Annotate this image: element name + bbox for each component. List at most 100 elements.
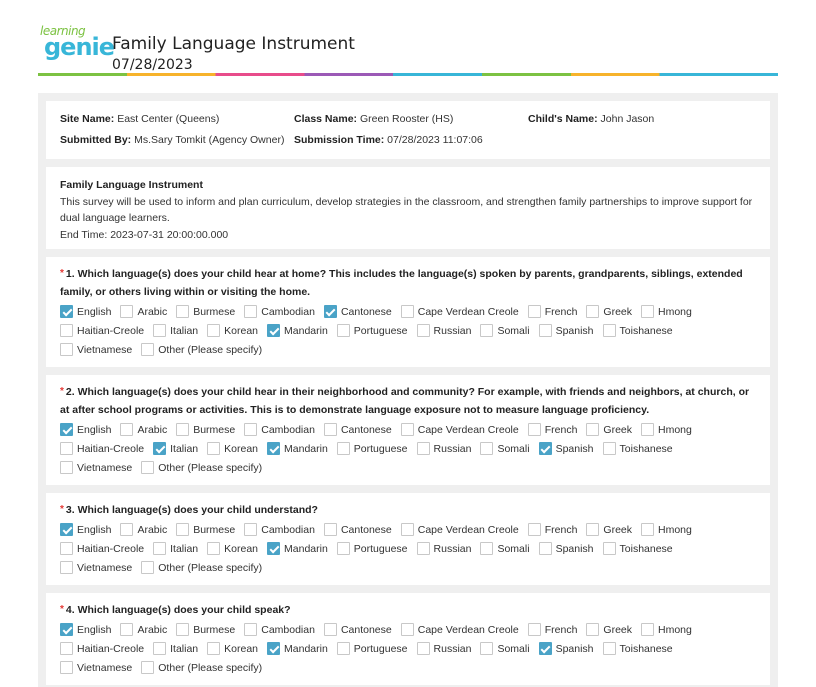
language-option[interactable]: Italian xyxy=(153,539,198,558)
language-option[interactable]: Portuguese xyxy=(336,639,408,658)
language-option[interactable]: Mandarin xyxy=(267,321,328,340)
language-option[interactable]: Other (Please specify) xyxy=(141,558,262,577)
checkbox[interactable] xyxy=(176,423,190,436)
language-option[interactable]: Italian xyxy=(153,439,198,458)
checkbox[interactable] xyxy=(480,542,494,555)
checkbox[interactable] xyxy=(120,305,134,318)
language-option[interactable]: Burmese xyxy=(176,302,235,321)
checkbox[interactable] xyxy=(244,623,258,636)
language-option[interactable]: Haitian-Creole xyxy=(60,439,144,458)
language-option[interactable]: Toishanese xyxy=(602,539,673,558)
checkbox[interactable] xyxy=(416,642,430,655)
checkbox[interactable] xyxy=(207,442,221,455)
language-option[interactable]: Korean xyxy=(207,439,258,458)
checkbox[interactable] xyxy=(176,305,190,318)
language-option[interactable]: Somali xyxy=(480,439,530,458)
checkbox[interactable] xyxy=(207,642,221,655)
language-option[interactable]: Cambodian xyxy=(244,520,315,539)
language-option[interactable]: Mandarin xyxy=(267,639,328,658)
checkbox[interactable] xyxy=(336,442,350,455)
language-option[interactable]: Korean xyxy=(207,639,258,658)
language-option[interactable]: Cantonese xyxy=(323,620,392,639)
language-option[interactable]: Other (Please specify) xyxy=(141,340,262,359)
checkbox[interactable] xyxy=(120,623,134,636)
language-option[interactable]: Spanish xyxy=(538,639,594,658)
checkbox[interactable] xyxy=(527,423,541,436)
language-option[interactable]: French xyxy=(527,302,577,321)
language-option[interactable]: Portuguese xyxy=(336,439,408,458)
language-option[interactable]: Hmong xyxy=(641,420,692,439)
checkbox[interactable] xyxy=(120,423,134,436)
checkbox[interactable] xyxy=(336,324,350,337)
checkbox[interactable] xyxy=(267,442,281,455)
language-option[interactable]: French xyxy=(527,520,577,539)
checkbox[interactable] xyxy=(60,461,73,474)
checkbox[interactable] xyxy=(60,324,73,337)
checkbox[interactable] xyxy=(602,442,616,455)
checkbox[interactable] xyxy=(153,642,167,655)
checkbox[interactable] xyxy=(176,523,190,536)
language-option[interactable]: Hmong xyxy=(641,302,692,321)
checkbox[interactable] xyxy=(538,542,552,555)
checkbox[interactable] xyxy=(586,423,600,436)
checkbox[interactable] xyxy=(60,523,73,536)
checkbox[interactable] xyxy=(244,423,258,436)
checkbox[interactable] xyxy=(400,305,414,318)
language-option[interactable]: Cape Verdean Creole xyxy=(400,520,519,539)
checkbox[interactable] xyxy=(641,523,655,536)
language-option[interactable]: Arabic xyxy=(120,520,167,539)
checkbox[interactable] xyxy=(141,343,155,356)
language-option[interactable]: Cape Verdean Creole xyxy=(400,420,519,439)
checkbox[interactable] xyxy=(153,324,167,337)
checkbox[interactable] xyxy=(120,523,134,536)
checkbox[interactable] xyxy=(323,523,337,536)
language-option[interactable]: Spanish xyxy=(538,321,594,340)
language-option[interactable]: Somali xyxy=(480,539,530,558)
language-option[interactable]: Arabic xyxy=(120,420,167,439)
language-option[interactable]: Vietnamese xyxy=(60,458,132,477)
checkbox[interactable] xyxy=(527,305,541,318)
language-option[interactable]: Hmong xyxy=(641,620,692,639)
language-option[interactable]: Arabic xyxy=(120,620,167,639)
language-option[interactable]: Toishanese xyxy=(602,439,673,458)
checkbox[interactable] xyxy=(527,623,541,636)
checkbox[interactable] xyxy=(244,523,258,536)
checkbox[interactable] xyxy=(527,523,541,536)
language-option[interactable]: Arabic xyxy=(120,302,167,321)
checkbox[interactable] xyxy=(60,623,73,636)
language-option[interactable]: Cambodian xyxy=(244,620,315,639)
language-option[interactable]: Vietnamese xyxy=(60,340,132,359)
language-option[interactable]: Russian xyxy=(416,321,471,340)
language-option[interactable]: Burmese xyxy=(176,620,235,639)
language-option[interactable]: Burmese xyxy=(176,520,235,539)
checkbox[interactable] xyxy=(538,642,552,655)
language-option[interactable]: Greek xyxy=(586,302,632,321)
checkbox[interactable] xyxy=(141,661,155,674)
checkbox[interactable] xyxy=(60,542,73,555)
checkbox[interactable] xyxy=(207,542,221,555)
language-option[interactable]: French xyxy=(527,420,577,439)
checkbox[interactable] xyxy=(602,542,616,555)
checkbox[interactable] xyxy=(641,305,655,318)
language-option[interactable]: English xyxy=(60,620,111,639)
checkbox[interactable] xyxy=(323,305,337,318)
checkbox[interactable] xyxy=(416,542,430,555)
checkbox[interactable] xyxy=(586,523,600,536)
language-option[interactable]: Haitian-Creole xyxy=(60,539,144,558)
language-option[interactable]: Somali xyxy=(480,639,530,658)
language-option[interactable]: Russian xyxy=(416,439,471,458)
language-option[interactable]: Somali xyxy=(480,321,530,340)
language-option[interactable]: Cantonese xyxy=(323,302,392,321)
language-option[interactable]: Haitian-Creole xyxy=(60,321,144,340)
language-option[interactable]: French xyxy=(527,620,577,639)
checkbox[interactable] xyxy=(480,642,494,655)
checkbox[interactable] xyxy=(602,642,616,655)
language-option[interactable]: Portuguese xyxy=(336,321,408,340)
language-option[interactable]: Greek xyxy=(586,520,632,539)
checkbox[interactable] xyxy=(153,542,167,555)
language-option[interactable]: Cape Verdean Creole xyxy=(400,302,519,321)
checkbox[interactable] xyxy=(641,623,655,636)
checkbox[interactable] xyxy=(60,423,73,436)
checkbox[interactable] xyxy=(323,623,337,636)
checkbox[interactable] xyxy=(60,661,73,674)
